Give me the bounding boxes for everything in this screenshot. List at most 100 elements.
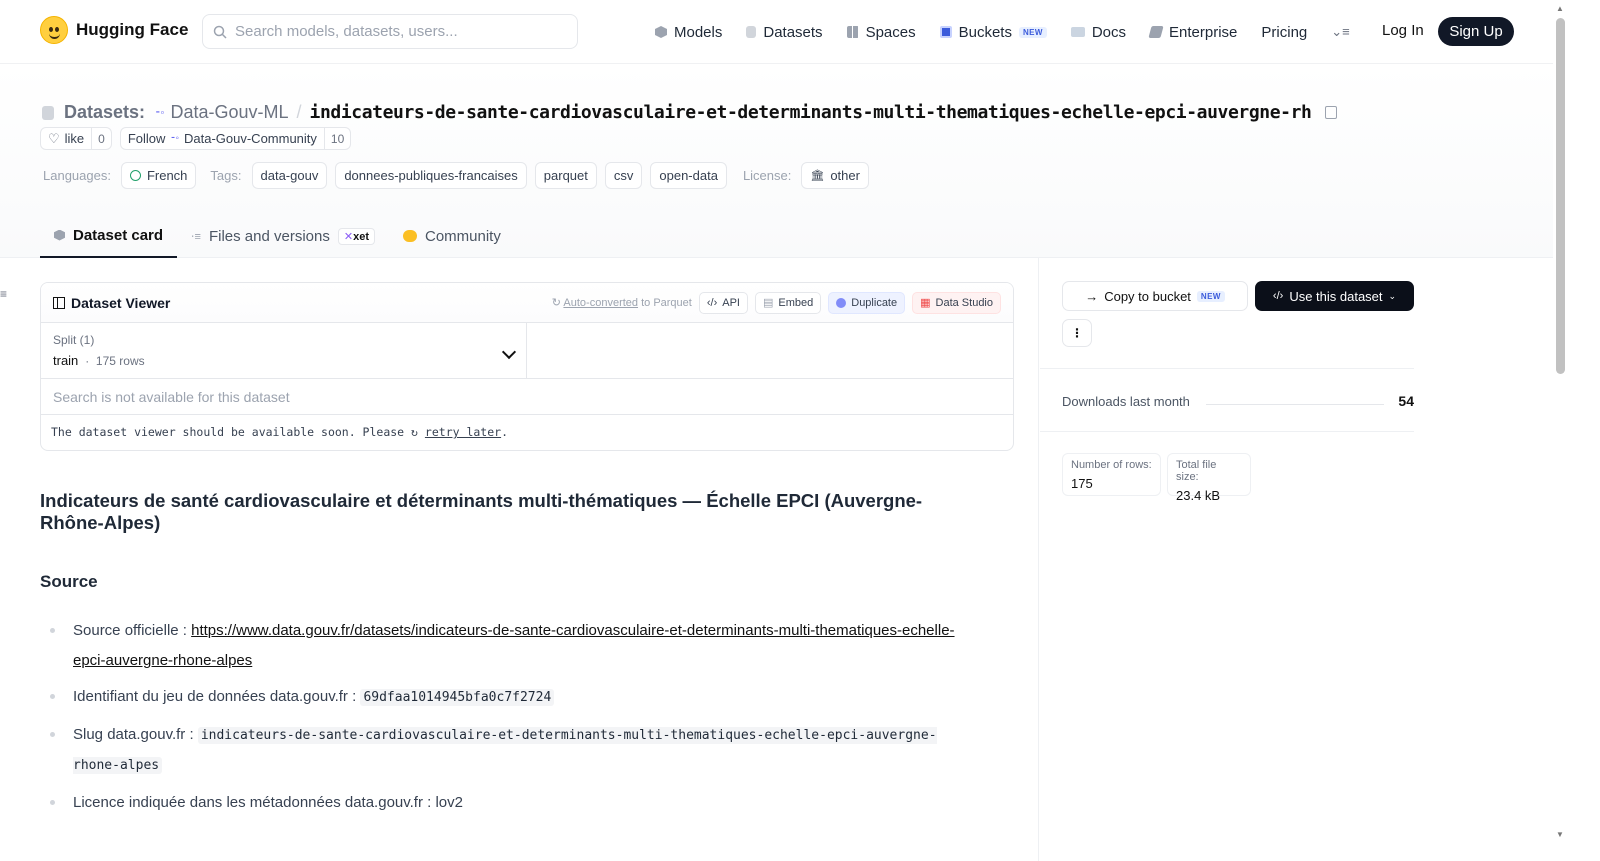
org-link[interactable]: Data-Gouv-ML: [170, 102, 288, 123]
license-tag[interactable]: 🏛 other: [801, 162, 869, 189]
list-item: Slug data.gouv.fr : indicateurs-de-sante…: [50, 720, 980, 781]
tags-label: Tags:: [210, 168, 242, 183]
duplicate-icon: [836, 297, 847, 308]
source-url-link[interactable]: https://www.data.gouv.fr/datasets/indica…: [73, 622, 955, 669]
copy-to-bucket-button[interactable]: → Copy to bucket NEW: [1062, 281, 1248, 311]
cube-icon: [655, 26, 667, 38]
scroll-up-arrow-icon[interactable]: ▲: [1556, 4, 1564, 13]
heart-icon: ♡: [48, 130, 60, 146]
auto-converted-link[interactable]: Auto-converted: [563, 297, 638, 309]
use-this-dataset-button[interactable]: ‹/› Use this dataset ⌄: [1255, 281, 1414, 311]
id-prefix: Identifiant du jeu de données data.gouv.…: [73, 688, 361, 705]
embed-button[interactable]: ▤ Embed: [754, 291, 822, 314]
tab-label: Dataset card: [73, 226, 164, 244]
list-item: Licence indiquée dans les métadonnées da…: [50, 788, 980, 818]
tab-label: Community: [424, 227, 501, 245]
repo-tabs: Dataset card ⋅≡ Files and versions ✕xet …: [40, 214, 515, 258]
login-link[interactable]: Log In: [1382, 22, 1424, 39]
data-studio-icon: ▦: [920, 297, 931, 309]
nav-label: Enterprise: [1169, 23, 1238, 41]
nav-pricing[interactable]: Pricing: [1261, 19, 1307, 45]
nav-docs[interactable]: Docs: [1070, 19, 1126, 45]
viewer-status-message: The dataset viewer should be available s…: [41, 415, 1013, 449]
source-prefix: Source officielle :: [73, 622, 192, 639]
book-icon: [1070, 27, 1085, 37]
nav-enterprise[interactable]: Enterprise: [1148, 19, 1238, 45]
repo-type-link[interactable]: Datasets:: [64, 102, 145, 123]
retry-icon: ↻: [411, 425, 418, 439]
nav-models[interactable]: Models: [655, 19, 722, 45]
list-item: Source officielle : https://www.data.gou…: [50, 616, 980, 675]
dataset-id: 69dfaa1014945bfa0c7f2724: [360, 689, 555, 706]
nav-spaces[interactable]: Spaces: [846, 19, 916, 45]
license-label: License:: [742, 168, 792, 183]
like-count: 0: [91, 128, 111, 149]
tag-chip[interactable]: open-data: [650, 162, 727, 189]
api-button[interactable]: ‹/› API: [698, 291, 748, 314]
divider: [1040, 431, 1414, 432]
tab-files-and-versions[interactable]: ⋅≡ Files and versions ✕xet: [177, 214, 389, 258]
tag-chip[interactable]: csv: [604, 162, 643, 189]
copy-icon[interactable]: [1325, 106, 1338, 119]
search-input[interactable]: [235, 23, 555, 40]
top-navbar: Hugging Face Models Datasets Spaces Buck…: [0, 0, 1553, 64]
arrow-right-icon: →: [1085, 288, 1099, 304]
toc-toggle-icon[interactable]: ≡: [0, 287, 7, 301]
split-selector[interactable]: Split (1) train · 175 rows: [41, 323, 527, 378]
xet-badge: ✕xet: [337, 227, 375, 245]
new-badge: NEW: [1196, 290, 1225, 302]
tab-dataset-card[interactable]: Dataset card: [40, 214, 178, 258]
nav-buckets[interactable]: Buckets NEW: [939, 19, 1047, 45]
language-tag[interactable]: French: [120, 162, 197, 189]
slug-prefix: Slug data.gouv.fr :: [73, 725, 198, 743]
main-nav: Models Datasets Spaces Buckets NEW Docs …: [655, 19, 1374, 45]
size-stat: Total file size: 23.4 kB: [1167, 453, 1251, 503]
source-list: Source officielle : https://www.data.gou…: [50, 616, 980, 824]
rows-stat: Number of rows: 175: [1062, 453, 1161, 496]
nav-datasets[interactable]: Datasets: [746, 19, 823, 45]
hf-logo-link[interactable]: Hugging Face: [40, 16, 188, 44]
dataset-viewer: Dataset Viewer ↻ Auto-converted to Parqu…: [40, 282, 1014, 451]
tag-chip[interactable]: donnees-publiques-francaises: [335, 162, 527, 189]
size-value: 23.4 kB: [1176, 488, 1221, 503]
api-label: API: [722, 296, 740, 309]
duplicate-button[interactable]: Duplicate: [828, 291, 906, 314]
more-options-button[interactable]: ⋮: [1062, 319, 1092, 347]
column-divider: [1038, 258, 1039, 861]
copy-bucket-label: Copy to bucket: [1104, 288, 1191, 304]
global-search[interactable]: [202, 14, 578, 49]
scroll-down-arrow-icon[interactable]: ▼: [1556, 830, 1564, 839]
repo-name: indicateurs-de-sante-cardiovasculaire-et…: [309, 102, 1312, 123]
tab-community[interactable]: Community: [389, 214, 515, 258]
retry-link[interactable]: retry later: [425, 425, 501, 439]
like-button[interactable]: ♡ like 0: [40, 127, 112, 150]
parquet-note: to Parquet: [638, 297, 692, 309]
breadcrumb-separator: /: [296, 102, 302, 122]
tag-chip[interactable]: parquet: [534, 162, 597, 189]
rows-label: Number of rows:: [1071, 459, 1152, 471]
cube-icon: [54, 229, 65, 241]
use-dataset-label: Use this dataset: [1289, 288, 1383, 304]
search-icon: [213, 25, 227, 39]
tag-row: Languages: French Tags: data-gouv donnee…: [43, 162, 871, 189]
data-studio-button[interactable]: ▦ Data Studio: [912, 291, 1001, 314]
kebab-icon: ⋮: [1071, 326, 1083, 340]
follow-button[interactable]: Follow ⁃◦ Data-Gouv-Community 10: [119, 127, 352, 150]
licence-line: Licence indiquée dans les métadonnées da…: [73, 793, 463, 811]
scrollbar-thumb[interactable]: [1556, 18, 1565, 374]
tag-chip[interactable]: data-gouv: [251, 162, 328, 189]
org-avatar-icon: ⁃◦: [170, 133, 179, 144]
signup-button[interactable]: Sign Up: [1438, 17, 1514, 46]
license-value: other: [830, 168, 860, 183]
viewer-title-text: Dataset Viewer: [71, 294, 171, 311]
more-menu-button[interactable]: ⌄≡: [1331, 19, 1349, 45]
globe-icon: [129, 170, 141, 181]
follow-label: Follow: [127, 131, 166, 146]
status-end: .: [501, 425, 509, 439]
like-label: like: [64, 131, 85, 146]
nav-label: Datasets: [763, 23, 823, 41]
languages-label: Languages:: [43, 168, 111, 183]
nav-label: Pricing: [1261, 23, 1308, 41]
database-icon: [746, 26, 757, 38]
data-studio-label: Data Studio: [935, 296, 993, 309]
